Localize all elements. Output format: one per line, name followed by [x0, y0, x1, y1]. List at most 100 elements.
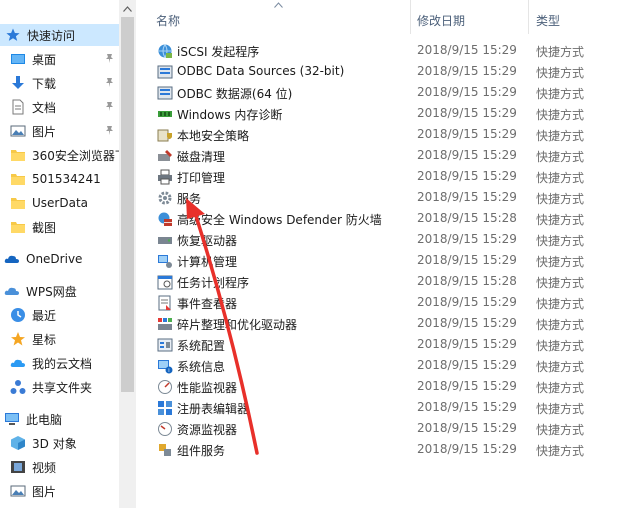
computer-icon	[4, 411, 20, 427]
nav-item-folder-userdata[interactable]: UserData	[0, 192, 119, 214]
file-type: 快捷方式	[536, 87, 585, 101]
file-name: 组件服务	[177, 444, 226, 458]
nav-item-folder-360[interactable]: 360安全浏览器下	[0, 144, 119, 166]
odbc-icon	[157, 86, 173, 100]
nav-wps-label: WPS网盘	[26, 284, 77, 299]
component-services-icon	[159, 444, 171, 456]
sort-ascending-icon	[274, 2, 283, 8]
file-row[interactable]: ODBC Data Sources (32-bit) 2018/9/15 15:…	[136, 61, 619, 82]
onedrive-cloud-icon	[4, 251, 20, 267]
file-row[interactable]: 事件查看器 2018/9/15 15:29 快捷方式	[136, 292, 619, 313]
file-row[interactable]: ODBC 数据源(64 位) 2018/9/15 15:29 快捷方式	[136, 82, 619, 103]
pin-icon[interactable]	[104, 125, 115, 136]
file-type: 快捷方式	[536, 234, 585, 248]
file-date: 2018/9/15 15:29	[417, 253, 517, 267]
file-row[interactable]: 任务计划程序 2018/9/15 15:28 快捷方式	[136, 271, 619, 292]
nav-item-downloads[interactable]: 下载	[0, 72, 119, 94]
file-row[interactable]: 打印管理 2018/9/15 15:29 快捷方式	[136, 166, 619, 187]
performance-monitor-icon	[158, 380, 172, 394]
nav-item-label: 最近	[32, 308, 57, 323]
nav-this-pc[interactable]: 此电脑	[0, 408, 119, 430]
nav-item-label: 共享文件夹	[32, 380, 93, 395]
column-divider[interactable]	[528, 0, 529, 34]
file-type: 快捷方式	[536, 297, 585, 311]
file-row[interactable]: 碎片整理和优化驱动器 2018/9/15 15:29 快捷方式	[136, 313, 619, 334]
file-row[interactable]: i 系统信息 2018/9/15 15:29 快捷方式	[136, 355, 619, 376]
file-type: 快捷方式	[536, 423, 585, 437]
file-type: 快捷方式	[536, 255, 585, 269]
nav-item-pc-pictures[interactable]: 图片	[0, 480, 119, 502]
nav-item-folder-501534241[interactable]: 501534241	[0, 168, 119, 190]
file-name: 资源监视器	[177, 423, 238, 437]
pictures-icon	[10, 483, 26, 499]
file-row[interactable]: iSCSI 发起程序 2018/9/15 15:29 快捷方式	[136, 40, 619, 61]
file-row[interactable]: 资源监视器 2018/9/15 15:29 快捷方式	[136, 418, 619, 439]
pin-icon[interactable]	[104, 101, 115, 112]
share-icon	[10, 379, 26, 395]
system-config-icon	[157, 338, 173, 352]
file-row[interactable]: Windows 内存诊断 2018/9/15 15:29 快捷方式	[136, 103, 619, 124]
scroll-up-button[interactable]	[119, 0, 136, 17]
nav-item-label: 501534241	[32, 172, 101, 186]
file-row[interactable]: 本地安全策略 2018/9/15 15:29 快捷方式	[136, 124, 619, 145]
scroll-thumb[interactable]	[121, 17, 134, 392]
nav-item-folder-screenshots[interactable]: 截图	[0, 216, 119, 238]
nav-item-label: 360安全浏览器下	[32, 148, 119, 163]
nav-item-pictures[interactable]: 图片	[0, 120, 119, 142]
nav-quick-access[interactable]: 快速访问	[0, 24, 119, 46]
file-row[interactable]: 磁盘清理 2018/9/15 15:29 快捷方式	[136, 145, 619, 166]
nav-item-3d-objects[interactable]: 3D 对象	[0, 432, 119, 454]
pictures-icon	[10, 123, 26, 139]
file-row[interactable]: 服务 2018/9/15 15:29 快捷方式	[136, 187, 619, 208]
pin-icon[interactable]	[104, 53, 115, 64]
file-date: 2018/9/15 15:28	[417, 274, 517, 288]
wps-cloud-icon	[4, 283, 20, 299]
nav-onedrive[interactable]: OneDrive	[0, 248, 119, 270]
nav-wps-cloud[interactable]: WPS网盘	[0, 280, 119, 302]
cube-3d-icon	[10, 435, 26, 451]
file-date: 2018/9/15 15:29	[417, 295, 517, 309]
file-name: iSCSI 发起程序	[177, 45, 260, 59]
file-row[interactable]: 高级安全 Windows Defender 防火墙 2018/9/15 15:2…	[136, 208, 619, 229]
nav-item-starred[interactable]: 星标	[0, 328, 119, 350]
nav-item-label: 截图	[32, 220, 57, 235]
file-row[interactable]: 系统配置 2018/9/15 15:29 快捷方式	[136, 334, 619, 355]
file-row[interactable]: 组件服务 2018/9/15 15:29 快捷方式	[136, 439, 619, 460]
iscsi-globe-icon	[158, 44, 172, 58]
pin-icon[interactable]	[104, 77, 115, 88]
nav-item-documents[interactable]: 文档	[0, 96, 119, 118]
nav-item-label: 图片	[32, 484, 57, 499]
file-type: 快捷方式	[536, 150, 585, 164]
recovery-drive-icon	[158, 237, 172, 244]
nav-item-videos[interactable]: 视频	[0, 456, 119, 478]
column-header-type[interactable]: 类型	[536, 0, 560, 40]
file-name: 注册表编辑器	[177, 402, 250, 416]
star-quick-access-icon	[5, 27, 21, 43]
navigation-scrollbar[interactable]	[119, 0, 136, 508]
file-name: 恢复驱动器	[177, 234, 238, 248]
nav-onedrive-label: OneDrive	[26, 252, 83, 266]
file-type: 快捷方式	[536, 129, 585, 143]
column-header-modified[interactable]: 修改日期	[417, 0, 465, 40]
file-name: 服务	[177, 192, 202, 206]
nav-item-label: 下载	[32, 76, 57, 91]
file-name: 性能监视器	[177, 381, 238, 395]
file-date: 2018/9/15 15:29	[417, 379, 517, 393]
star-icon	[10, 331, 26, 347]
nav-item-desktop[interactable]: 桌面	[0, 48, 119, 70]
folder-icon	[10, 195, 26, 211]
clock-icon	[10, 307, 26, 323]
file-row[interactable]: 恢复驱动器 2018/9/15 15:29 快捷方式	[136, 229, 619, 250]
file-date: 2018/9/15 15:29	[417, 43, 517, 57]
nav-item-my-cloud-docs[interactable]: 我的云文档	[0, 352, 119, 374]
nav-this-pc-label: 此电脑	[26, 412, 63, 427]
file-row[interactable]: 性能监视器 2018/9/15 15:29 快捷方式	[136, 376, 619, 397]
nav-item-recent[interactable]: 最近	[0, 304, 119, 326]
nav-item-shared-folders[interactable]: 共享文件夹	[0, 376, 119, 398]
column-header-name[interactable]: 名称	[156, 0, 180, 40]
resource-monitor-icon	[158, 422, 172, 436]
file-type: 快捷方式	[536, 213, 585, 227]
file-row[interactable]: 计算机管理 2018/9/15 15:29 快捷方式	[136, 250, 619, 271]
file-row[interactable]: 注册表编辑器 2018/9/15 15:29 快捷方式	[136, 397, 619, 418]
column-divider[interactable]	[410, 0, 411, 34]
